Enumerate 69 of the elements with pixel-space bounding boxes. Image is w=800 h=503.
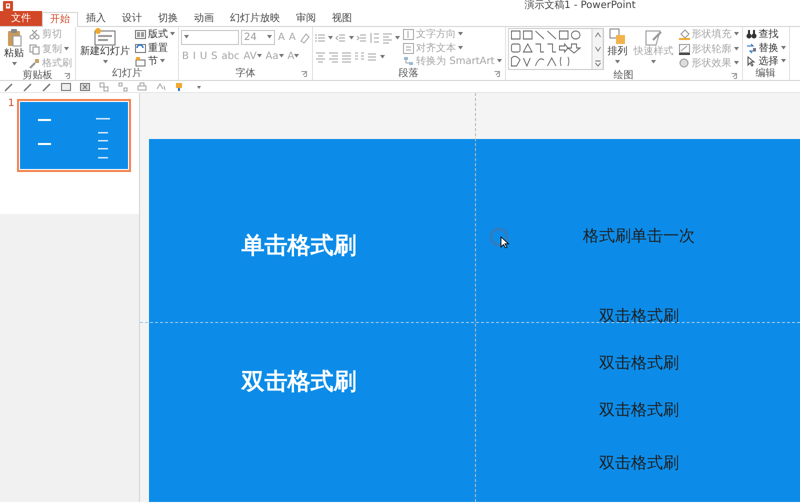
ribbon-tab[interactable]: 开始 [42, 12, 78, 27]
slide-text: 格式刷单击一次 [583, 226, 695, 247]
copy-icon [29, 44, 40, 54]
new-slide-icon [94, 28, 116, 46]
slide-heading: 双击格式刷 [242, 368, 356, 397]
ribbon-tab[interactable]: 动画 [186, 11, 222, 26]
ribbon-tab[interactable]: 插入 [78, 11, 114, 26]
slide-text: 双击格式刷 [599, 306, 679, 327]
dialog-launcher-icon[interactable] [730, 73, 736, 79]
slide-text: 双击格式刷 [599, 354, 679, 374]
ribbon-tab[interactable]: 设计 [114, 11, 150, 26]
smartart-icon [403, 56, 414, 67]
slide-thumbnail[interactable] [17, 99, 132, 172]
effects-icon [678, 58, 690, 69]
busy-cursor-icon [488, 226, 510, 248]
ribbon-button[interactable]: 节 [134, 55, 176, 68]
pointer-icon [746, 56, 756, 67]
caret-icon [267, 35, 272, 40]
slide-text: 双击格式刷 [599, 454, 679, 474]
group-label: 剪贴板 [22, 70, 52, 82]
fill-bucket-icon [678, 29, 690, 40]
ungroup-icon[interactable] [118, 82, 128, 92]
ribbon-tab[interactable]: 切换 [150, 11, 186, 26]
binoculars-icon [746, 29, 756, 40]
printer-icon[interactable] [137, 82, 147, 92]
group-label: 段落 [398, 68, 419, 80]
scissors-icon [29, 29, 40, 40]
ribbon-button[interactable]: 替换 [744, 42, 786, 54]
group-label: 绘图 [614, 70, 634, 82]
window-icon[interactable] [61, 82, 71, 92]
ribbon-button[interactable]: 新建幻灯片 [78, 28, 132, 68]
font-name-field[interactable] [181, 30, 239, 45]
slide-number: 1 [8, 99, 14, 111]
slide-text: 双击格式刷 [599, 400, 679, 421]
shapes-gallery[interactable] [508, 28, 604, 70]
group-label: 编辑 [756, 68, 776, 80]
replace-icon [746, 42, 756, 54]
font-size-field[interactable]: 24 [241, 30, 275, 45]
group-label: 字体 [235, 68, 256, 80]
ribbon-button[interactable]: 选择 [744, 55, 786, 68]
group-icon[interactable] [99, 82, 109, 92]
ribbon-button[interactable]: 重置 [134, 42, 176, 54]
file-tab[interactable]: 文件 [0, 11, 42, 26]
paint-icon[interactable] [175, 82, 185, 92]
ribbon-button[interactable]: 排列 [606, 28, 630, 68]
close-box-icon[interactable] [80, 82, 90, 92]
dialog-launcher-icon[interactable] [494, 71, 500, 77]
group-label: 幻灯片 [112, 68, 142, 80]
slide-heading: 单击格式刷 [242, 232, 356, 261]
ribbon-button[interactable]: 粘贴 [2, 28, 26, 70]
section-icon [135, 56, 146, 67]
ribbon-tab[interactable]: 审阅 [288, 11, 324, 26]
outline-pen-icon [678, 44, 690, 54]
quick-styles-icon [644, 28, 664, 46]
dialog-launcher-icon[interactable] [64, 73, 70, 79]
dialog-launcher-icon[interactable] [300, 71, 307, 77]
app-logo-icon [3, 1, 13, 11]
paste-icon [6, 28, 22, 48]
reset-icon [135, 42, 146, 54]
ribbon-button[interactable]: 版式 [134, 28, 176, 41]
ribbon-tab[interactable]: 视图 [324, 11, 360, 26]
arrange-icon [608, 28, 626, 46]
brush-icon [29, 58, 40, 69]
align-text-icon [403, 42, 414, 54]
ribbon-button[interactable]: 查找 [744, 28, 786, 41]
caret-icon [184, 35, 189, 40]
text-direction-icon [403, 29, 414, 40]
layout-icon [135, 29, 146, 40]
ribbon-tab[interactable]: 幻灯片放映 [222, 11, 288, 26]
